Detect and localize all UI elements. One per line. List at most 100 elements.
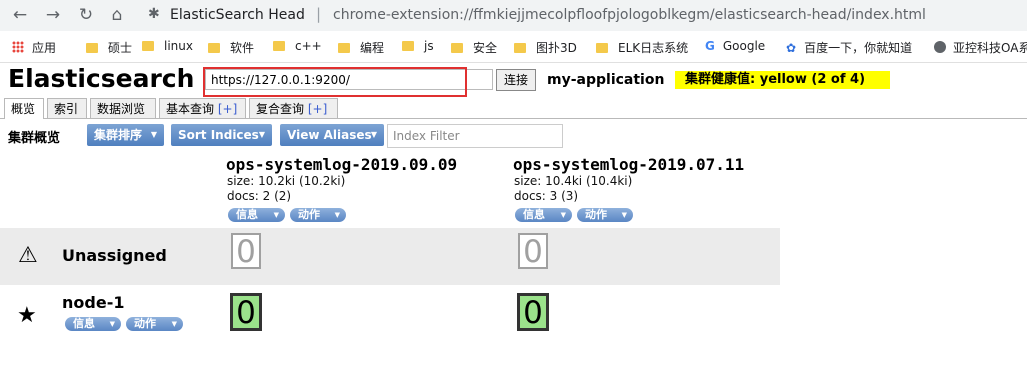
cluster-name: my-application bbox=[547, 72, 665, 88]
bookmark-label: js bbox=[424, 39, 434, 53]
chevron-down-icon: ▼ bbox=[258, 130, 265, 139]
chevron-down-icon: ▼ bbox=[273, 211, 279, 219]
bookmark-label: 图扑3D bbox=[536, 41, 577, 55]
button-label: 动作 bbox=[134, 317, 156, 330]
tab-label: 复合查询 bbox=[256, 102, 305, 116]
index-action-button[interactable]: 动作 ▼ bbox=[290, 208, 346, 222]
folder-icon bbox=[451, 43, 463, 53]
bookmark-oa[interactable]: 亚控科技OA系 bbox=[934, 39, 1027, 56]
folder-icon bbox=[338, 43, 350, 53]
node-info-button[interactable]: 信息 ▼ bbox=[65, 317, 121, 331]
bookmark-label: 安全 bbox=[473, 41, 498, 55]
index-filter-input[interactable]: Index Filter bbox=[387, 124, 563, 148]
bookmark-label: 百度一下，你就知道 bbox=[804, 41, 913, 55]
url-text[interactable]: chrome-extension://ffmkiejjmecolpfloofpj… bbox=[333, 7, 926, 23]
highlight-box bbox=[203, 67, 467, 97]
bookmark-label: 应用 bbox=[32, 41, 57, 55]
tab-label: 基本查询 bbox=[166, 102, 215, 116]
tabs-divider bbox=[0, 118, 1027, 119]
address-bar[interactable]: ✱ ElasticSearch Head | chrome-extension:… bbox=[138, 2, 1027, 29]
unassigned-shard[interactable]: 0 bbox=[231, 233, 261, 269]
button-label: 动作 bbox=[585, 208, 607, 221]
tab-basic-query[interactable]: 基本查询 [+] bbox=[159, 98, 246, 118]
bookmark-label: Google bbox=[722, 39, 766, 53]
chevron-down-icon: ▼ bbox=[109, 320, 115, 328]
folder-icon bbox=[208, 43, 220, 53]
tab-compound-query[interactable]: 复合查询 [+] bbox=[249, 98, 338, 118]
home-button[interactable]: ⌂ bbox=[106, 4, 128, 26]
folder-icon bbox=[273, 41, 285, 51]
button-label: 动作 bbox=[298, 208, 320, 221]
bookmark-folder[interactable]: 硕士 bbox=[86, 39, 132, 56]
app-title: Elasticsearch bbox=[8, 64, 195, 93]
cluster-overview-label: 集群概览 bbox=[8, 131, 61, 146]
tab-label: 概览 bbox=[11, 102, 36, 116]
bookmark-folder[interactable]: 软件 bbox=[208, 39, 254, 56]
baidu-icon: ✿ bbox=[786, 41, 797, 55]
site-name: ElasticSearch Head bbox=[170, 7, 305, 23]
chevron-down-icon: ▼ bbox=[370, 130, 377, 139]
unassigned-label: Unassigned bbox=[62, 246, 167, 265]
bookmark-folder[interactable]: c++ bbox=[273, 39, 322, 53]
folder-icon bbox=[142, 41, 154, 51]
button-label: 集群排序 bbox=[94, 128, 143, 142]
index-info-button[interactable]: 信息 ▼ bbox=[515, 208, 572, 222]
bookmark-folder[interactable]: js bbox=[402, 39, 434, 53]
bookmark-label: linux bbox=[164, 39, 193, 53]
bookmark-apps[interactable]: 应用 bbox=[12, 39, 56, 56]
cluster-health-badge: 集群健康值: yellow (2 of 4) bbox=[675, 71, 890, 89]
globe-icon bbox=[934, 41, 946, 53]
back-button[interactable]: ← bbox=[9, 4, 31, 26]
reload-button[interactable]: ↻ bbox=[75, 4, 97, 26]
tab-label: 索引 bbox=[54, 102, 79, 116]
bookmark-label: 编程 bbox=[360, 41, 385, 55]
tab-overview[interactable]: 概览 bbox=[4, 98, 44, 119]
started-shard[interactable]: 0 bbox=[230, 293, 262, 331]
tab-plus[interactable]: [+] bbox=[308, 102, 327, 116]
forward-button[interactable]: → bbox=[42, 4, 64, 26]
sort-indices-button[interactable]: Sort Indices ▼ bbox=[171, 124, 272, 146]
bookmark-label: 软件 bbox=[230, 41, 255, 55]
bookmark-folder[interactable]: 编程 bbox=[338, 39, 384, 56]
started-shard[interactable]: 0 bbox=[517, 293, 549, 331]
folder-icon bbox=[596, 43, 608, 53]
bookmark-folder[interactable]: linux bbox=[142, 39, 193, 53]
index-name: ops-systemlog-2019.07.11 bbox=[513, 155, 745, 174]
bookmark-folder[interactable]: 安全 bbox=[451, 39, 497, 56]
tab-plus[interactable]: [+] bbox=[218, 102, 237, 116]
button-label: 信息 bbox=[523, 208, 545, 221]
chevron-down-icon: ▼ bbox=[171, 320, 177, 328]
index-size: size: 10.2ki (10.2ki) bbox=[227, 174, 346, 188]
url-separator: | bbox=[316, 5, 322, 23]
bookmark-google[interactable]: G Google bbox=[705, 39, 765, 53]
button-label: View Aliases bbox=[287, 128, 372, 142]
chevron-down-icon: ▼ bbox=[560, 211, 566, 219]
bookmark-label: c++ bbox=[295, 39, 322, 53]
view-aliases-button[interactable]: View Aliases ▼ bbox=[280, 124, 384, 146]
star-icon: ★ bbox=[17, 303, 37, 328]
warning-icon: ⚠ bbox=[18, 243, 38, 268]
bookmark-baidu[interactable]: ✿ 百度一下，你就知道 bbox=[786, 39, 912, 56]
bookmark-folder[interactable]: ELK日志系统 bbox=[596, 39, 688, 56]
node-action-button[interactable]: 动作 ▼ bbox=[126, 317, 183, 331]
index-info-button[interactable]: 信息 ▼ bbox=[228, 208, 285, 222]
google-icon: G bbox=[705, 39, 715, 53]
folder-icon bbox=[402, 41, 414, 51]
index-docs: docs: 3 (3) bbox=[514, 189, 579, 203]
unassigned-shard[interactable]: 0 bbox=[518, 233, 548, 269]
chevron-down-icon: ▼ bbox=[150, 130, 157, 139]
bookmark-folder[interactable]: 图扑3D bbox=[514, 39, 577, 56]
connect-button[interactable]: 连接 bbox=[496, 69, 536, 91]
tab-label: 数据浏览 bbox=[97, 102, 146, 116]
bookmark-label: ELK日志系统 bbox=[618, 41, 689, 55]
index-name: ops-systemlog-2019.09.09 bbox=[226, 155, 458, 174]
bookmarks-bar: 应用 硕士 linux 软件 c++ 编程 js 安全 图扑3D ELK日志系统… bbox=[0, 31, 1027, 63]
node-name: node-1 bbox=[62, 293, 125, 312]
sort-cluster-button[interactable]: 集群排序 ▼ bbox=[87, 124, 164, 146]
chevron-down-icon: ▼ bbox=[334, 211, 340, 219]
index-size: size: 10.4ki (10.4ki) bbox=[514, 174, 633, 188]
tab-indices[interactable]: 索引 bbox=[47, 98, 87, 118]
index-docs: docs: 2 (2) bbox=[227, 189, 292, 203]
tab-browser[interactable]: 数据浏览 bbox=[90, 98, 156, 118]
index-action-button[interactable]: 动作 ▼ bbox=[577, 208, 633, 222]
